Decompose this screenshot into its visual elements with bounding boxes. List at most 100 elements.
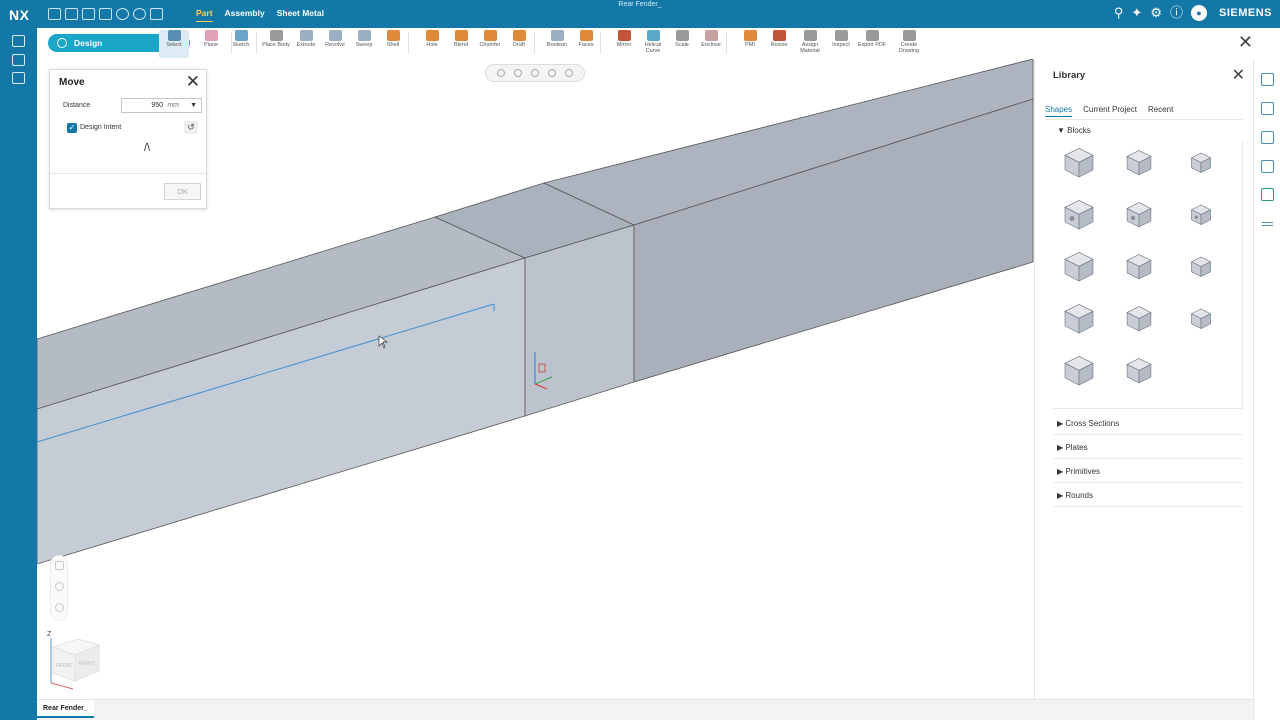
rounded-block-hole-large-icon[interactable]: [1061, 197, 1097, 233]
redo-icon[interactable]: [133, 8, 146, 20]
new-file-icon[interactable]: [48, 8, 61, 20]
gear-icon[interactable]: ⚙: [1150, 5, 1162, 21]
fit-view-icon[interactable]: [496, 69, 505, 77]
ribbon-button-sweep[interactable]: Sweep: [349, 30, 379, 58]
ok-button[interactable]: OK: [164, 183, 201, 200]
rounded-block-large-icon[interactable]: [1061, 249, 1097, 285]
block-front-face[interactable]: [524, 224, 635, 417]
zoom-icon[interactable]: [513, 69, 522, 77]
rotate-icon[interactable]: [530, 69, 539, 77]
section-view-icon[interactable]: [565, 69, 574, 77]
history-icon[interactable]: [12, 72, 25, 84]
measure-icon[interactable]: [1261, 131, 1274, 144]
blocks-shape-grid: [1053, 141, 1243, 409]
rounds-section[interactable]: ▶ Rounds: [1053, 489, 1243, 507]
ribbon-button-create-drawing[interactable]: Create Drawing: [894, 30, 924, 58]
menu-lines-icon[interactable]: [1262, 222, 1273, 226]
ribbon-button-extrude[interactable]: Extrude: [291, 30, 321, 58]
ribbon-button-plane[interactable]: Plane: [196, 30, 226, 58]
primitives-section[interactable]: ▶ Primitives: [1053, 465, 1243, 483]
ribbon-button-chamfer[interactable]: Chamfer: [475, 30, 505, 58]
assembly-navigator-icon[interactable]: [1261, 102, 1274, 115]
ribbon-button-helical-curve[interactable]: Helical Curve: [638, 30, 668, 58]
chevron-down-icon[interactable]: ▼: [190, 102, 197, 109]
tab-sheet-metal[interactable]: Sheet Metal: [271, 8, 330, 18]
ribbon-button-shell[interactable]: Shell: [378, 30, 408, 58]
search-icon[interactable]: ⚲: [1114, 5, 1124, 21]
ribbon-button-faces[interactable]: Faces: [571, 30, 601, 58]
resize-icon: [772, 30, 786, 41]
ai-sparkle-icon[interactable]: ✦: [1131, 5, 1142, 21]
reset-icon[interactable]: ↺: [184, 121, 198, 134]
ribbon-button-inspect[interactable]: Inspect: [826, 30, 856, 58]
tab-current-project[interactable]: Current Project: [1083, 105, 1137, 117]
ribbon-button-assign-material[interactable]: Assign Material: [795, 30, 825, 58]
close-icon[interactable]: ✕: [186, 72, 200, 92]
tab-part[interactable]: Part: [190, 8, 219, 18]
tab-shapes[interactable]: Shapes: [1045, 105, 1073, 117]
undo-icon[interactable]: [116, 8, 129, 20]
ribbon-button-revolve[interactable]: Revolve: [320, 30, 350, 58]
tab-assembly[interactable]: Assembly: [219, 8, 271, 18]
wedge-block-icon[interactable]: [1121, 353, 1157, 389]
ribbon-button-boolean[interactable]: Boolean: [542, 30, 572, 58]
ribbon-button-label: Draft: [513, 42, 525, 48]
step-block-icon[interactable]: [1061, 301, 1097, 337]
rounded-block-small-icon[interactable]: [1183, 249, 1219, 285]
rounded-block-medium-icon[interactable]: [1121, 249, 1157, 285]
pan-tool-icon[interactable]: [55, 603, 64, 612]
design-intent-label: Design Intent: [80, 124, 122, 131]
draft-icon: [512, 30, 526, 41]
constraints-icon[interactable]: [1261, 160, 1274, 173]
blocks-section-header[interactable]: ▼ Blocks: [1057, 126, 1091, 135]
part-library-icon[interactable]: [1261, 73, 1274, 86]
ribbon-button-select[interactable]: Select: [159, 30, 189, 58]
close-icon[interactable]: ✕: [1232, 65, 1245, 85]
design-intent-checkbox[interactable]: ✓: [67, 123, 77, 133]
export-icon[interactable]: [99, 8, 112, 20]
nx-logo[interactable]: NX: [9, 7, 29, 23]
ribbon-button-blend[interactable]: Blend: [446, 30, 476, 58]
render-style-icon[interactable]: [548, 69, 557, 77]
ribbon-button-pmi[interactable]: PMI: [735, 30, 765, 58]
design-intent-symbol[interactable]: /\: [144, 142, 150, 154]
block-small-icon[interactable]: [1183, 145, 1219, 181]
menu-tabs: Part Assembly Sheet Metal: [190, 8, 330, 18]
home-icon[interactable]: [12, 35, 25, 47]
materials-icon[interactable]: [1261, 188, 1274, 201]
help-icon[interactable]: ⓘ: [1170, 5, 1183, 21]
ribbon-button-mirror[interactable]: Mirror: [609, 30, 639, 58]
close-ribbon-icon[interactable]: ✕: [1238, 32, 1253, 52]
block-medium-icon[interactable]: [1121, 145, 1157, 181]
part-navigator-icon[interactable]: [12, 54, 25, 66]
ribbon-separator: [600, 32, 601, 54]
user-icon[interactable]: ●: [1190, 5, 1207, 21]
ribbon-button-enclose[interactable]: Enclose: [696, 30, 726, 58]
ribbon-button-export-pdf[interactable]: Export PDF: [857, 30, 887, 58]
rounded-block-hole-small-icon[interactable]: [1183, 197, 1219, 233]
ribbon-button-draft[interactable]: Draft: [504, 30, 534, 58]
hole-icon: [425, 30, 439, 41]
plates-section[interactable]: ▶ Plates: [1053, 441, 1243, 459]
document-tab[interactable]: Rear Fender_: [37, 700, 94, 718]
save-icon[interactable]: [82, 8, 95, 20]
ribbon-button-resize[interactable]: Resize: [764, 30, 794, 58]
distance-input[interactable]: 950 mm ▼: [121, 98, 202, 113]
delete-icon[interactable]: [150, 8, 163, 20]
cross-sections-section[interactable]: ▶ Cross Sections: [1053, 417, 1243, 435]
chamfer-block-icon[interactable]: [1061, 353, 1097, 389]
slot-block-icon[interactable]: [1121, 301, 1157, 337]
tab-recent[interactable]: Recent: [1148, 105, 1173, 117]
snap-grid-icon[interactable]: [55, 561, 64, 570]
block-large-icon[interactable]: [1061, 145, 1097, 181]
revolve-icon: [328, 30, 342, 41]
ribbon-button-scale[interactable]: Scale: [667, 30, 697, 58]
u-block-icon[interactable]: [1183, 301, 1219, 337]
open-file-icon[interactable]: [65, 8, 78, 20]
ribbon-button-place-body[interactable]: Place Body: [261, 30, 291, 58]
ribbon-button-label: Create Drawing: [898, 42, 920, 54]
zoom-tool-icon[interactable]: [55, 582, 64, 591]
rounded-block-hole-medium-icon[interactable]: [1121, 197, 1157, 233]
ribbon-button-hole[interactable]: Hole: [417, 30, 447, 58]
view-cube[interactable]: Z FRONT RIGHT: [43, 625, 103, 695]
